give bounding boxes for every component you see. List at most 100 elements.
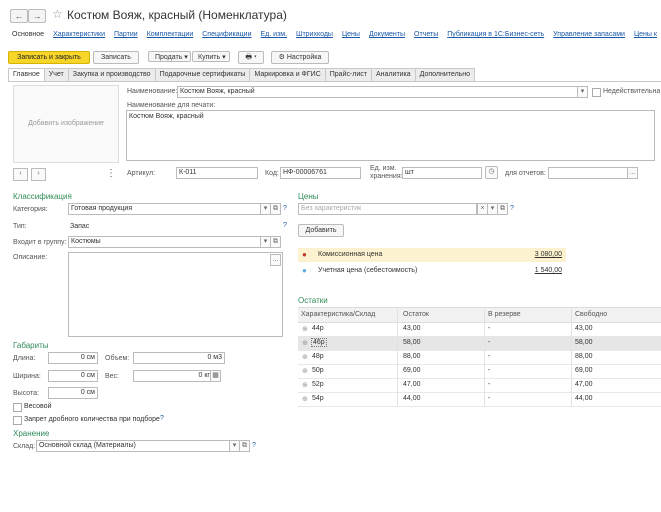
warehouse-icon: ⊕ <box>302 354 308 361</box>
unit-field[interactable]: шт <box>402 167 482 179</box>
tab-accounting[interactable]: Учет <box>43 68 69 81</box>
classification-section-title: Классификация <box>13 192 72 201</box>
table-row[interactable]: ⊕ 54р 44,00 - 44,00 <box>298 392 661 407</box>
image-placeholder[interactable]: Добавить изображение <box>13 85 119 163</box>
buy-button[interactable]: Купить ▾ <box>192 51 230 62</box>
stock-reserve: - <box>488 339 491 346</box>
tab-analytics[interactable]: Аналитика <box>371 68 416 81</box>
gear-icon: ⚙ <box>278 54 285 61</box>
reports-unit-select-button[interactable]: … <box>627 167 638 179</box>
width-label: Ширина: <box>13 373 41 380</box>
name-dropdown-button[interactable]: ▾ <box>577 86 588 98</box>
warehouse-help-icon[interactable]: ? <box>252 442 256 449</box>
warehouse-open-button[interactable]: ⧉ <box>239 440 250 452</box>
printer-icon: 🖶 <box>245 54 253 61</box>
save-and-close-button[interactable]: Записать и закрыть <box>8 51 90 64</box>
table-row[interactable]: ⊕ 48р 88,00 - 88,00 <box>298 350 661 365</box>
print-button[interactable]: 🖶 ▾ <box>238 51 264 64</box>
warehouse-icon: ⊕ <box>302 368 308 375</box>
back-button[interactable]: ← <box>10 9 28 23</box>
next-image-button[interactable]: › <box>31 168 46 181</box>
fraction-ban-checkbox[interactable] <box>13 416 22 425</box>
price-open-button[interactable]: ⧉ <box>497 203 508 215</box>
group-field[interactable]: Костюмы <box>68 236 262 248</box>
price-help-icon[interactable]: ? <box>510 205 514 212</box>
print-name-field[interactable]: Костюм Вояж, красный <box>126 110 655 161</box>
price-value[interactable]: 1 540,00 <box>535 267 562 274</box>
tab-additional[interactable]: Дополнительно <box>414 68 476 81</box>
description-field[interactable] <box>68 252 283 337</box>
length-label: Длина: <box>13 355 36 362</box>
table-row[interactable]: ⊕ 52р 47,00 - 47,00 <box>298 378 661 393</box>
height-field[interactable]: 0 см <box>48 387 98 399</box>
link-units[interactable]: Ед. изм. <box>261 31 288 38</box>
category-field[interactable]: Готовая продукция <box>68 203 262 215</box>
link-kits[interactable]: Комплектации <box>147 31 194 38</box>
forward-button[interactable]: → <box>28 9 46 23</box>
table-row[interactable]: ⊕ 50р 69,00 - 69,00 <box>298 364 661 379</box>
price-row-commission[interactable]: ● Комиссионная цена 3 080,00 <box>298 248 566 262</box>
group-open-button[interactable]: ⧉ <box>270 236 281 248</box>
stock-balance: 44,00 <box>403 395 421 402</box>
stock-table-header: Характеристика/Склад Остаток В резерве С… <box>298 307 661 323</box>
warehouse-field[interactable]: Основной склад (Материалы) <box>36 440 230 452</box>
link-prices[interactable]: Цены <box>342 31 360 38</box>
price-value[interactable]: 3 080,00 <box>535 251 562 258</box>
price-characteristic-field[interactable]: Без характеристик <box>298 203 477 215</box>
length-field[interactable]: 0 см <box>48 352 98 364</box>
add-price-button[interactable]: Добавить <box>298 224 344 237</box>
weight-field[interactable]: 0 кг <box>133 370 213 382</box>
settings-button[interactable]: ⚙ Настройка <box>271 51 329 64</box>
price-name: Комиссионная цена <box>318 251 383 258</box>
width-field[interactable]: 0 см <box>48 370 98 382</box>
link-documents[interactable]: Документы <box>369 31 405 38</box>
stock-reserve: - <box>488 353 491 360</box>
tab-main[interactable]: Главное <box>8 68 45 82</box>
fraction-help-icon[interactable]: ? <box>160 415 164 422</box>
warehouse-label: Склад: <box>13 443 36 450</box>
page-title: Костюм Вояж, красный (Номенклатура) <box>67 8 287 22</box>
link-specifications[interactable]: Спецификации <box>202 31 251 38</box>
article-field[interactable]: К-011 <box>176 167 258 179</box>
link-main[interactable]: Основное <box>12 31 44 38</box>
name-field[interactable]: Костюм Вояж, красный <box>177 86 580 98</box>
weighted-checkbox[interactable] <box>13 403 22 412</box>
table-row[interactable]: ⊕ 46р 58,00 - 58,00 <box>298 336 661 351</box>
tab-price-list[interactable]: Прайс-лист <box>324 68 373 81</box>
stock-reserve: - <box>488 395 491 402</box>
tab-gift-certificates[interactable]: Подарочные сертификаты <box>154 68 251 81</box>
tab-purchase-production[interactable]: Закупка и производство <box>67 68 156 81</box>
warehouse-icon: ⊕ <box>302 382 308 389</box>
inactive-checkbox[interactable] <box>592 88 601 97</box>
category-open-button[interactable]: ⧉ <box>270 203 281 215</box>
reports-unit-label: для отчетов: <box>505 170 546 177</box>
volume-field[interactable]: 0 м3 <box>133 352 225 364</box>
link-reports[interactable]: Отчеты <box>414 31 438 38</box>
height-label: Высота: <box>13 390 39 397</box>
link-publication[interactable]: Публикация в 1С:Бизнес-сеть <box>447 31 544 38</box>
previous-image-button[interactable]: ‹ <box>13 168 28 181</box>
reports-unit-field[interactable] <box>548 167 630 179</box>
link-batches[interactable]: Партии <box>114 31 138 38</box>
link-prices-k[interactable]: Цены к <box>634 31 657 38</box>
save-button[interactable]: Записать <box>93 51 139 64</box>
type-help-icon[interactable]: ? <box>283 222 287 229</box>
tab-marking[interactable]: Маркировка и ФГИС <box>249 68 326 81</box>
price-row-accounting[interactable]: ● Учетная цена (себестоимость) 1 540,00 <box>298 264 566 278</box>
description-label: Описание: <box>13 254 48 261</box>
print-name-label: Наименование для печати: <box>127 102 216 109</box>
category-help-icon[interactable]: ? <box>283 205 287 212</box>
code-field[interactable]: НФ-00006761 <box>280 167 361 179</box>
favorite-star-icon[interactable]: ☆ <box>52 7 63 21</box>
link-barcodes[interactable]: Штрихкоды <box>296 31 333 38</box>
more-menu-icon[interactable]: ⋮ <box>106 168 116 179</box>
table-row[interactable]: ⊕ 44р 43,00 - 43,00 <box>298 322 661 337</box>
link-stock-management[interactable]: Управление запасами <box>553 31 625 38</box>
link-characteristics[interactable]: Характеристики <box>53 31 105 38</box>
history-clock-icon[interactable]: ◷ <box>485 166 498 179</box>
calculator-icon[interactable]: ▦ <box>210 370 221 382</box>
sell-button[interactable]: Продать ▾ <box>148 51 191 62</box>
description-edit-button[interactable]: … <box>270 254 281 266</box>
navigation-links: Основное Характеристики Партии Комплектации… <box>12 31 661 38</box>
chevron-down-icon: ▾ <box>253 54 257 61</box>
